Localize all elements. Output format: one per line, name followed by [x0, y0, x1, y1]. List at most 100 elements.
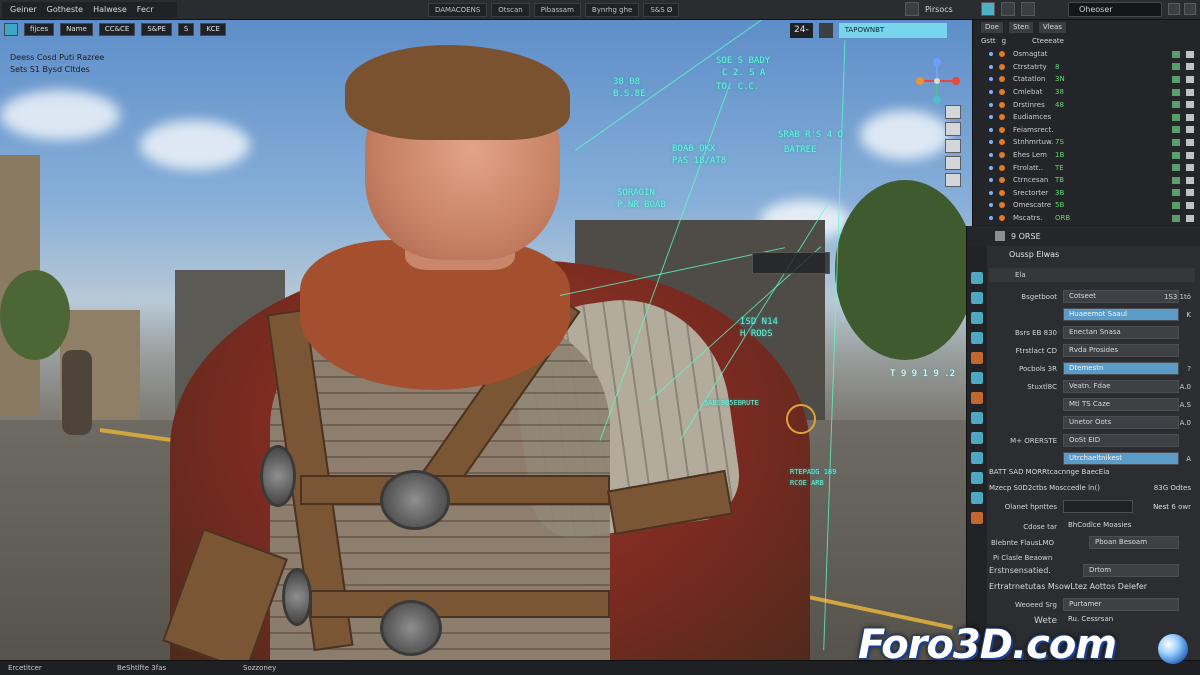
- modifier-icon[interactable]: [971, 372, 983, 384]
- visibility-icon[interactable]: [1172, 50, 1180, 58]
- texture-icon[interactable]: [971, 492, 983, 504]
- render-toggle-icon[interactable]: [1186, 138, 1194, 146]
- physics-icon[interactable]: [971, 412, 983, 424]
- render-toggle-icon[interactable]: [1186, 164, 1194, 172]
- property-field[interactable]: Enectan Snasa: [1063, 326, 1179, 339]
- render-toggle-icon[interactable]: [1186, 151, 1194, 159]
- viewport-menu-5[interactable]: S: [177, 23, 195, 36]
- scene-icon[interactable]: [905, 2, 919, 16]
- outliner-tab-2[interactable]: Sten: [1008, 21, 1033, 33]
- render-toggle-icon[interactable]: [1186, 88, 1194, 96]
- constraints-icon[interactable]: [971, 432, 983, 444]
- visibility-icon[interactable]: [1172, 63, 1180, 71]
- render-toggle-icon[interactable]: [1186, 50, 1194, 58]
- property-field[interactable]: Huaeemot Saaul: [1063, 308, 1179, 321]
- property-value[interactable]: Drtom: [1083, 564, 1179, 577]
- search-input[interactable]: Oheoser: [1068, 2, 1162, 17]
- outliner-row[interactable]: Osmagtat: [973, 48, 1200, 61]
- property-field[interactable]: Unetor Oots: [1063, 416, 1179, 429]
- visibility-icon[interactable]: [1172, 138, 1180, 146]
- outliner-tab-3[interactable]: Vleas: [1038, 21, 1066, 33]
- output-icon[interactable]: [971, 292, 983, 304]
- viewport-menu-name[interactable]: Name: [60, 23, 93, 36]
- render-toggle-icon[interactable]: [1186, 214, 1194, 222]
- camera-view-icon[interactable]: [945, 156, 961, 170]
- viewport-menu-6[interactable]: KCE: [200, 23, 226, 36]
- camera-icon[interactable]: [818, 23, 833, 38]
- workspace-tab-4[interactable]: Bynrhg ghe: [584, 3, 640, 17]
- outliner-row[interactable]: Feiamsrect.: [973, 124, 1200, 137]
- viewport-menu-3[interactable]: CC&CE: [98, 23, 136, 36]
- property-field[interactable]: Rvda Prosides: [1063, 344, 1179, 357]
- visibility-icon[interactable]: [1172, 189, 1180, 197]
- property-value[interactable]: Pboan Besoam: [1089, 536, 1179, 549]
- property-field[interactable]: Mtl TS Caze: [1063, 398, 1179, 411]
- menu-item-1[interactable]: Geiner: [10, 5, 37, 14]
- outliner-row[interactable]: Cmlebat 38: [973, 86, 1200, 99]
- view-icon[interactable]: [1000, 2, 1015, 16]
- layer-icon[interactable]: [980, 2, 995, 16]
- visibility-icon[interactable]: [1172, 75, 1180, 83]
- render-toggle-icon[interactable]: [1186, 201, 1194, 209]
- render-toggle-icon[interactable]: [1186, 176, 1194, 184]
- outliner-row[interactable]: Ftrolatt.. TE: [973, 161, 1200, 174]
- property-field[interactable]: [1063, 500, 1133, 513]
- property-extra[interactable]: 1S3 1tö: [1164, 290, 1191, 304]
- visibility-icon[interactable]: [1172, 126, 1180, 134]
- outliner-tab-1[interactable]: Doe: [981, 21, 1003, 33]
- outliner-row[interactable]: Drstinres 48: [973, 98, 1200, 111]
- workspace-tab-1[interactable]: DAMACOENS: [428, 3, 488, 17]
- outliner-row[interactable]: Mscatrs. ORB: [973, 212, 1200, 225]
- outliner-row[interactable]: Ctatatlon 3N: [973, 73, 1200, 86]
- outliner-row[interactable]: Eudiamces: [973, 111, 1200, 124]
- render-toggle-icon[interactable]: [1186, 189, 1194, 197]
- viewport-menu-view[interactable]: fijces: [24, 23, 55, 36]
- render-toggle-icon[interactable]: [1186, 113, 1194, 121]
- property-extra[interactable]: K: [1186, 308, 1191, 322]
- scene-prop-icon[interactable]: [971, 332, 983, 344]
- expand-icon[interactable]: [989, 165, 993, 170]
- expand-icon[interactable]: [989, 90, 993, 95]
- expand-icon[interactable]: [989, 190, 993, 195]
- menu-item-2[interactable]: Gotheste: [47, 5, 83, 14]
- property-extra[interactable]: A.S: [1180, 398, 1191, 412]
- particles-icon[interactable]: [971, 392, 983, 404]
- render-toggle-icon[interactable]: [1186, 75, 1194, 83]
- outliner-row[interactable]: Stnhmrtuw. 7S: [973, 136, 1200, 149]
- property-extra[interactable]: A.0: [1180, 380, 1191, 394]
- outliner-row[interactable]: Srectorter 3B: [973, 187, 1200, 200]
- workspace-tab-5[interactable]: S&S Ø: [643, 3, 680, 17]
- visibility-icon[interactable]: [1172, 201, 1180, 209]
- expand-icon[interactable]: [989, 140, 993, 145]
- property-extra[interactable]: ?: [1187, 362, 1191, 376]
- expand-icon[interactable]: [989, 64, 993, 69]
- expand-icon[interactable]: [989, 216, 993, 221]
- expand-icon[interactable]: [989, 115, 993, 120]
- perspective-icon[interactable]: [945, 173, 961, 187]
- pan-icon[interactable]: [945, 122, 961, 136]
- outliner-row[interactable]: Ctrncesan TB: [973, 174, 1200, 187]
- outliner-row[interactable]: Ehes Lem 1B: [973, 149, 1200, 162]
- viewport-menu-4[interactable]: S&PE: [141, 23, 172, 36]
- property-field[interactable]: Veatn. Fdae: [1063, 380, 1179, 393]
- close-icon[interactable]: [1184, 3, 1196, 15]
- world-icon[interactable]: [971, 512, 983, 524]
- visibility-icon[interactable]: [1172, 151, 1180, 159]
- render-toggle-icon[interactable]: [1186, 63, 1194, 71]
- visibility-icon[interactable]: [1172, 113, 1180, 121]
- render-toggle-icon[interactable]: [1186, 126, 1194, 134]
- visibility-icon[interactable]: [1172, 101, 1180, 109]
- visibility-icon[interactable]: [1172, 164, 1180, 172]
- expand-icon[interactable]: [989, 178, 993, 183]
- render-toggle-icon[interactable]: [1186, 101, 1194, 109]
- visibility-icon[interactable]: [1172, 176, 1180, 184]
- outliner-row[interactable]: Ctrstatrty 8: [973, 61, 1200, 74]
- expand-icon[interactable]: [989, 77, 993, 82]
- 3d-viewport[interactable]: SOE S BADY C 2. S A TO. C.C. 38 08 B.S.8…: [0, 20, 972, 660]
- data-icon[interactable]: [971, 452, 983, 464]
- expand-icon[interactable]: [989, 52, 993, 57]
- filter-icon[interactable]: [1020, 2, 1035, 16]
- orbit-icon[interactable]: [945, 139, 961, 153]
- property-extra[interactable]: A: [1186, 452, 1191, 466]
- expand-icon[interactable]: [989, 102, 993, 107]
